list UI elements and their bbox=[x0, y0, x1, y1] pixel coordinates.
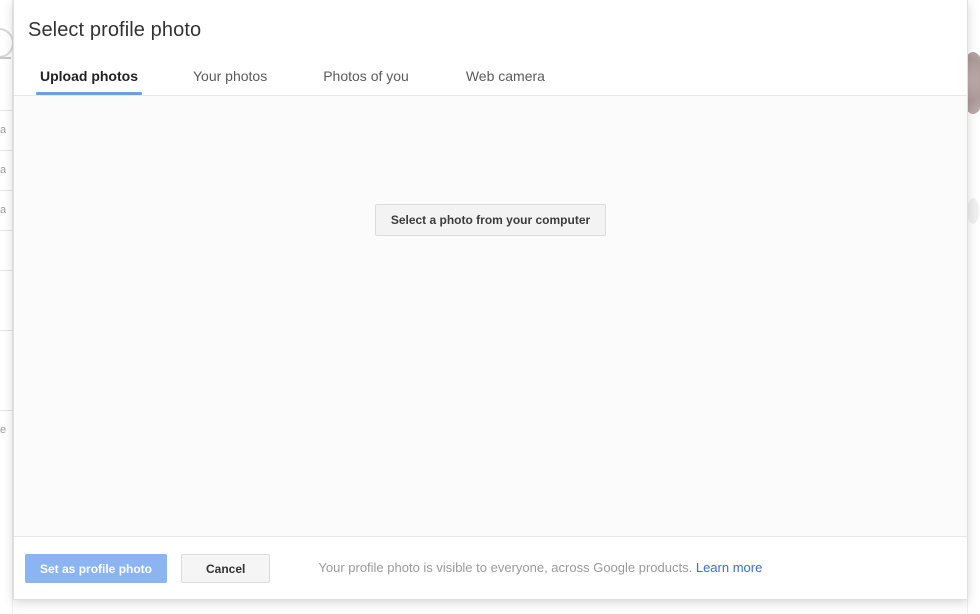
dialog-title: Select profile photo bbox=[28, 19, 202, 41]
background-left-rail bbox=[0, 0, 13, 614]
dialog-body: Select a photo from your computer bbox=[14, 96, 967, 536]
background-text-fragment: a bbox=[0, 124, 7, 136]
tab-upload-photos[interactable]: Upload photos bbox=[25, 56, 153, 95]
tab-active-underline bbox=[36, 92, 142, 95]
tab-web-camera-label: Web camera bbox=[465, 67, 545, 84]
tab-your-photos[interactable]: Your photos bbox=[178, 56, 282, 95]
dialog-footer: Set as profile photo Cancel Your profile… bbox=[14, 536, 967, 599]
cancel-button[interactable]: Cancel bbox=[181, 553, 271, 583]
background-row-divider bbox=[0, 110, 13, 111]
background-row-divider bbox=[0, 410, 13, 411]
select-profile-photo-dialog: Select profile photo Upload photos Your … bbox=[13, 0, 968, 600]
dialog-header: Select profile photo Upload photos Your … bbox=[14, 0, 967, 96]
background-secondary-avatar bbox=[967, 198, 979, 224]
background-text-fragment: a bbox=[0, 164, 7, 176]
footer-note-text: Your profile photo is visible to everyon… bbox=[318, 560, 693, 575]
background-row-divider bbox=[0, 270, 13, 271]
tab-your-photos-label: Your photos bbox=[193, 67, 268, 84]
background-row-divider bbox=[0, 150, 13, 151]
set-as-profile-photo-button[interactable]: Set as profile photo bbox=[25, 553, 168, 583]
background-divider-dash bbox=[0, 57, 11, 59]
select-photo-from-computer-button[interactable]: Select a photo from your computer bbox=[374, 204, 607, 236]
tab-web-camera[interactable]: Web camera bbox=[451, 56, 560, 95]
tab-photos-of-you-label: Photos of you bbox=[323, 67, 409, 84]
background-row-divider bbox=[0, 230, 13, 231]
learn-more-link[interactable]: Learn more bbox=[696, 560, 762, 575]
dialog-tabs: Upload photos Your photos Photos of you … bbox=[14, 56, 967, 95]
page-root: a a a e Select profile photo Upload phot… bbox=[0, 0, 980, 614]
background-text-fragment: a bbox=[0, 204, 7, 216]
background-row-divider bbox=[0, 330, 13, 331]
tab-upload-photos-label: Upload photos bbox=[40, 67, 138, 84]
tab-photos-of-you[interactable]: Photos of you bbox=[308, 56, 424, 95]
background-text-fragment: e bbox=[0, 424, 7, 436]
background-row-divider bbox=[0, 190, 13, 191]
footer-note: Your profile photo is visible to everyon… bbox=[318, 560, 762, 576]
